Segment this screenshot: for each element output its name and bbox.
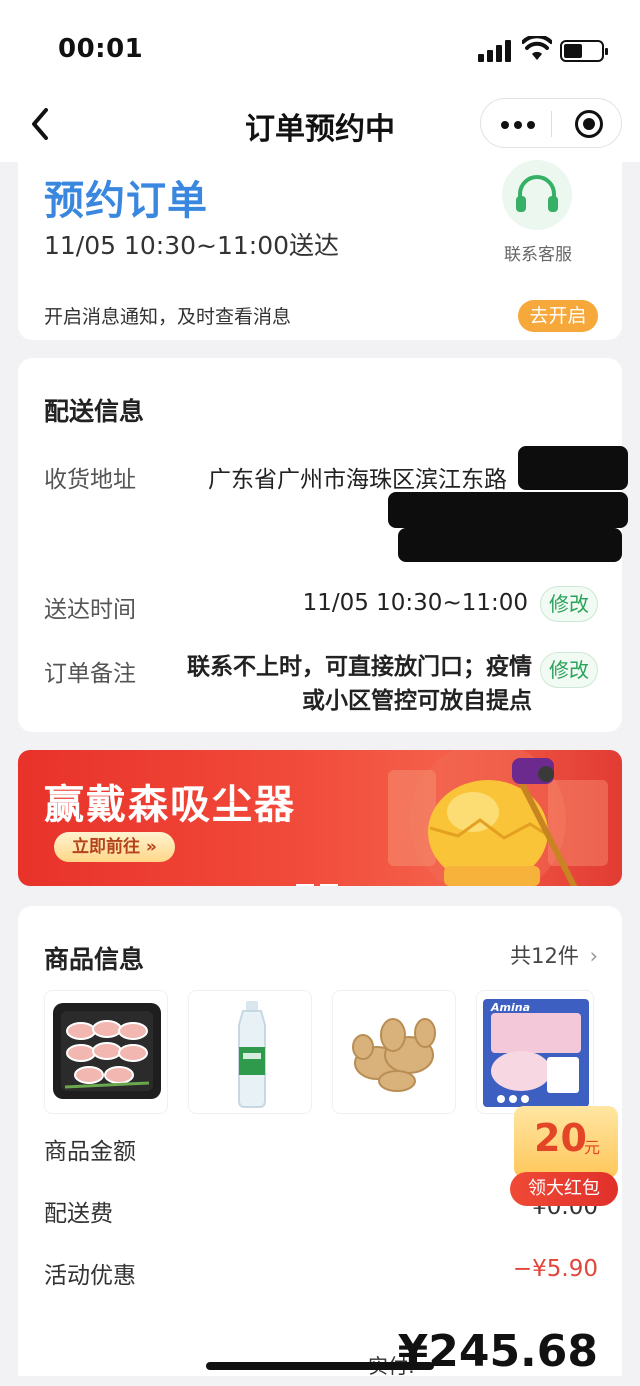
address-label: 收货地址 xyxy=(44,467,136,493)
red-packet-amount: 20 xyxy=(534,1116,587,1160)
edit-delivery-time-button[interactable]: 修改 xyxy=(540,586,598,622)
meat-rolls-image xyxy=(53,1003,161,1099)
order-status-card: 预约订单 11/05 10:30~11:00送达 联系客服 开启消息通知，及时查… xyxy=(18,160,622,340)
delivery-info-card: 配送信息 收货地址 广东省广州市海珠区滨江东路 送达时间 11/05 10:30… xyxy=(18,358,628,732)
enable-notification-button[interactable]: 去开启 xyxy=(518,300,598,332)
status-bar: 00:01 xyxy=(0,0,640,92)
capsule-divider xyxy=(551,111,552,137)
more-button[interactable] xyxy=(493,107,543,141)
headset-icon xyxy=(516,175,558,212)
product-thumbnail-pads[interactable]: Amina xyxy=(476,990,594,1114)
customer-service-button[interactable]: 联系客服 xyxy=(488,160,588,270)
notification-prompt: 开启消息通知，及时查看消息 xyxy=(44,306,292,328)
service-icon-bg xyxy=(502,160,572,230)
redaction-mark xyxy=(398,528,622,562)
pads-brand-text: Amina xyxy=(491,1001,530,1014)
delivery-window: 11/05 10:30~11:00送达 xyxy=(44,231,340,260)
battery-icon xyxy=(560,40,608,62)
goods-section-title: 商品信息 xyxy=(44,945,145,974)
price-label-delivery: 配送费 xyxy=(44,1201,113,1227)
goods-count-link[interactable]: 共12件 › xyxy=(510,940,598,970)
redaction-mark xyxy=(518,446,628,490)
remark-label: 订单备注 xyxy=(44,661,136,687)
product-thumbnail-meat[interactable] xyxy=(44,990,168,1114)
mini-program-capsule xyxy=(480,98,622,148)
red-packet-card: 20 元 xyxy=(514,1106,618,1178)
banner-title: 赢戴森吸尘器 xyxy=(44,782,296,828)
redaction-mark xyxy=(388,492,628,528)
goods-count-text: 共12件 xyxy=(510,944,579,968)
customer-service-label: 联系客服 xyxy=(504,245,572,265)
water-bottle-image xyxy=(238,1001,266,1108)
banner-pager xyxy=(296,872,344,886)
price-label-subtotal: 商品金额 xyxy=(44,1139,136,1165)
promo-banner[interactable]: 赢戴森吸尘器 立即前往 » xyxy=(18,750,622,886)
delivery-time-label: 送达时间 xyxy=(44,597,136,623)
banner-cta-button[interactable]: 立即前往 » xyxy=(54,832,175,862)
edit-remark-button[interactable]: 修改 xyxy=(540,652,598,688)
red-packet-floating-button[interactable]: 20 元 领大红包 xyxy=(508,1106,620,1208)
ginger-image xyxy=(352,1018,436,1092)
nav-bar: 订单预约中 xyxy=(0,92,640,162)
wifi-icon xyxy=(522,36,552,60)
price-label-discount: 活动优惠 xyxy=(44,1263,136,1289)
price-value-discount: −¥5.90 xyxy=(512,1256,598,1282)
chevron-right-icon: › xyxy=(589,944,598,968)
order-type-title: 预约订单 xyxy=(44,178,208,224)
product-thumbnail-ginger[interactable] xyxy=(332,990,456,1114)
red-packet-label: 领大红包 xyxy=(510,1172,618,1206)
delivery-section-title: 配送信息 xyxy=(44,397,145,426)
home-indicator xyxy=(206,1362,434,1370)
status-time: 00:01 xyxy=(58,34,144,64)
red-packet-unit: 元 xyxy=(584,1138,601,1157)
address-value: 广东省广州市海珠区滨江东路 xyxy=(208,467,507,493)
product-thumbnail-water[interactable] xyxy=(188,990,312,1114)
signal-icon xyxy=(478,40,512,62)
close-mini-program-button[interactable] xyxy=(571,106,607,142)
remark-value: 联系不上时，可直接放门口；疫情或小区管控可放自提点 xyxy=(187,654,532,714)
delivery-time-value: 11/05 10:30~11:00 xyxy=(302,590,528,616)
